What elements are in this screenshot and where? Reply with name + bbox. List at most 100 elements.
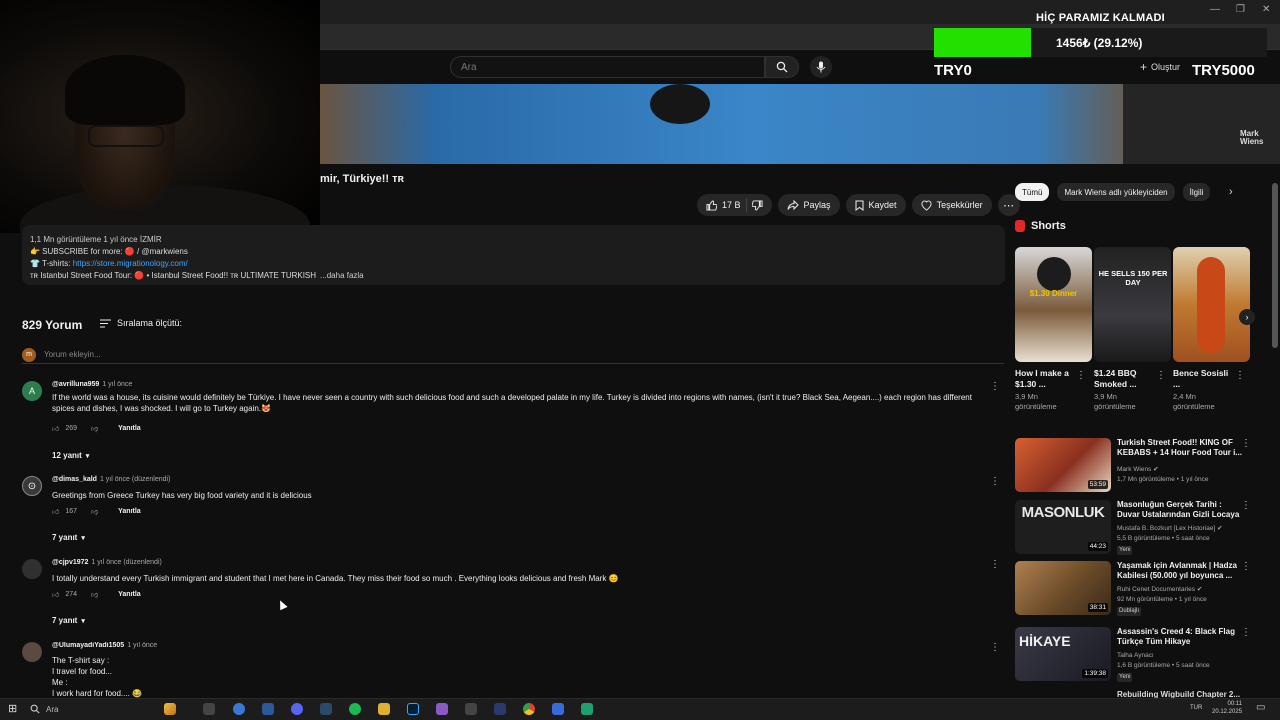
chip-from-uploader[interactable]: Mark Wiens adlı yükleyiciden xyxy=(1057,183,1175,201)
search-input[interactable] xyxy=(451,57,764,78)
discord-icon[interactable] xyxy=(291,703,303,715)
shorts-next-button[interactable]: › xyxy=(1239,309,1255,325)
video-channel[interactable]: Mark Wiens ✔ xyxy=(1117,465,1247,474)
replies-toggle[interactable]: 12 yanıt ▾ xyxy=(52,451,89,460)
thumbs-down-icon[interactable]: 👎︎ xyxy=(91,590,98,599)
video-menu-icon[interactable]: ⋮ xyxy=(1241,561,1251,572)
notification-icon[interactable]: ▭ xyxy=(1256,702,1265,713)
comment-time[interactable]: 1 yıl önce xyxy=(127,642,157,649)
short-thumbnail[interactable] xyxy=(1173,247,1250,362)
thumbs-up-icon[interactable]: 👍︎ xyxy=(52,507,59,516)
recommended-video[interactable]: 38:31 Yaşamak için Avlanmak | Hadza Kabi… xyxy=(1015,561,1265,619)
app-icon[interactable] xyxy=(494,703,506,715)
avatar[interactable] xyxy=(22,559,42,579)
video-channel[interactable]: Mustafa B. Bozkurt [Lex Historiae] ✔ xyxy=(1117,524,1247,533)
create-button[interactable]: + Oluştur xyxy=(1140,58,1180,76)
short-thumbnail[interactable]: HE SELLS 150 PER DAY xyxy=(1094,247,1171,362)
video-menu-icon[interactable]: ⋮ xyxy=(1241,438,1251,449)
comment-author[interactable]: @cjpv1972 xyxy=(52,559,88,566)
short-menu-icon[interactable]: ⋮ xyxy=(1076,370,1086,381)
recommended-video[interactable]: HİKAYE 1:39:38 Assassin's Creed 4: Black… xyxy=(1015,627,1265,685)
show-more-link[interactable]: ...daha fazla xyxy=(320,271,364,280)
short-menu-icon[interactable]: ⋮ xyxy=(1235,370,1245,381)
short-info[interactable]: How I make a $1.30 ... 3,9 Mn görüntülem… xyxy=(1015,368,1079,412)
video-channel[interactable]: Talha Aynacı xyxy=(1117,651,1247,660)
sort-button[interactable]: Sıralama ölçütü: xyxy=(100,318,182,328)
thumbs-up-icon[interactable]: 👍︎ xyxy=(52,590,59,599)
comment-menu-icon[interactable]: ⋮ xyxy=(990,642,1000,653)
short-thumbnail[interactable]: $1.30 Dinner xyxy=(1015,247,1092,362)
recommended-video[interactable]: MASONLUK 44:23 Masonluğun Gerçek Tarihi … xyxy=(1015,500,1265,558)
app-icon[interactable] xyxy=(320,703,332,715)
add-comment-field[interactable]: m Yorum ekleyin... xyxy=(22,346,1004,364)
chip-related[interactable]: İlgili xyxy=(1182,183,1211,201)
thumbs-down-icon[interactable] xyxy=(751,199,763,211)
video-thumbnail[interactable]: HİKAYE 1:39:38 xyxy=(1015,627,1111,681)
store-link[interactable]: https://store.migrationology.com/ xyxy=(73,259,188,268)
taskbar-clock[interactable]: 00:11 20.12.2025 xyxy=(1212,700,1242,716)
app-icon[interactable] xyxy=(581,703,593,715)
video-menu-icon[interactable]: ⋮ xyxy=(1241,627,1251,638)
minimize-icon[interactable]: — xyxy=(1210,4,1220,15)
recommended-video[interactable]: 53:59 Turkish Street Food!! KING OF KEBA… xyxy=(1015,438,1265,496)
video-player[interactable]: Mark Wiens xyxy=(320,84,1280,164)
comment-author[interactable]: @dimas_kald xyxy=(52,476,97,483)
comment-author[interactable]: @UlumayadiYadi1505 xyxy=(52,642,124,649)
video-thumbnail[interactable]: 38:31 xyxy=(1015,561,1111,615)
thumbs-down-icon[interactable]: 👎︎ xyxy=(91,507,98,516)
chrome-icon[interactable] xyxy=(523,703,535,715)
video-menu-icon[interactable]: ⋮ xyxy=(1241,500,1251,511)
thumbs-up-icon[interactable]: 👍︎ xyxy=(52,424,59,433)
language-indicator[interactable]: TUR xyxy=(1190,705,1202,711)
comment-menu-icon[interactable]: ⋮ xyxy=(990,476,1000,487)
avatar[interactable] xyxy=(22,642,42,662)
folder-icon[interactable] xyxy=(378,703,390,715)
voice-search-button[interactable] xyxy=(810,56,832,78)
thumbs-down-icon[interactable]: 👎︎ xyxy=(91,424,98,433)
short-info[interactable]: Bence Sosisli ... 2,4 Mn görüntüleme xyxy=(1173,368,1237,412)
chevron-right-icon[interactable]: › xyxy=(1229,186,1233,198)
reply-button[interactable]: Yanıtla xyxy=(118,425,141,432)
comment-time[interactable]: 1 yıl önce (düzenlendi) xyxy=(100,476,170,483)
reply-button[interactable]: Yanıtla xyxy=(118,508,141,515)
edge-icon[interactable] xyxy=(233,703,245,715)
avatar[interactable]: A xyxy=(22,381,42,401)
share-button[interactable]: Paylaş xyxy=(777,194,840,216)
search-button[interactable] xyxy=(765,56,799,78)
windows-start-icon[interactable]: ⊞ xyxy=(8,702,17,715)
short-views: 3,9 Mn görüntüleme xyxy=(1094,392,1136,411)
like-button[interactable]: 17 B xyxy=(706,199,741,211)
sidebar-scrollbar[interactable] xyxy=(1272,183,1278,348)
video-thumbnail[interactable]: 53:59 xyxy=(1015,438,1111,492)
task-view-icon[interactable] xyxy=(203,703,215,715)
cutoff-video-title[interactable]: Rebuilding Wigbuild Chapter 2... xyxy=(1117,690,1240,698)
app-icon[interactable] xyxy=(465,703,477,715)
taskbar-search[interactable]: Ara xyxy=(30,701,160,717)
app-icon[interactable] xyxy=(552,703,564,715)
comment-menu-icon[interactable]: ⋮ xyxy=(990,381,1000,392)
replies-toggle[interactable]: 7 yanıt ▾ xyxy=(52,533,85,542)
comment-time[interactable]: 1 yıl önce xyxy=(102,381,132,388)
search-box[interactable] xyxy=(450,56,765,78)
avatar[interactable]: ⊙ xyxy=(22,476,42,496)
spotify-icon[interactable] xyxy=(349,703,361,715)
copilot-icon[interactable] xyxy=(164,703,176,715)
file-app-icon[interactable] xyxy=(262,703,274,715)
chip-all[interactable]: Tümü xyxy=(1015,183,1050,201)
replies-toggle[interactable]: 7 yanıt ▾ xyxy=(52,616,85,625)
photoshop-icon[interactable] xyxy=(407,703,419,715)
short-info[interactable]: $1.24 BBQ Smoked ... 3,9 Mn görüntüleme xyxy=(1094,368,1158,412)
comment-menu-icon[interactable]: ⋮ xyxy=(990,559,1000,570)
save-button[interactable]: Kaydet xyxy=(845,194,906,216)
video-description[interactable]: 1,1 Mn görüntüleme 1 yıl önce İZMİR 👉 SU… xyxy=(22,225,1005,285)
comment-author[interactable]: @avrilluna959 xyxy=(52,381,99,388)
comment-time[interactable]: 1 yıl önce (düzenlendi) xyxy=(91,559,161,566)
maximize-icon[interactable]: ❐ xyxy=(1236,4,1245,15)
close-icon[interactable]: ✕ xyxy=(1262,4,1270,15)
thanks-button[interactable]: Teşekkürler xyxy=(911,194,992,216)
reply-button[interactable]: Yanıtla xyxy=(118,591,141,598)
short-menu-icon[interactable]: ⋮ xyxy=(1156,370,1166,381)
video-thumbnail[interactable]: MASONLUK 44:23 xyxy=(1015,500,1111,554)
video-channel[interactable]: Ruhi Cenet Documentaries ✔ xyxy=(1117,585,1247,594)
game-launcher-icon[interactable] xyxy=(436,703,448,715)
